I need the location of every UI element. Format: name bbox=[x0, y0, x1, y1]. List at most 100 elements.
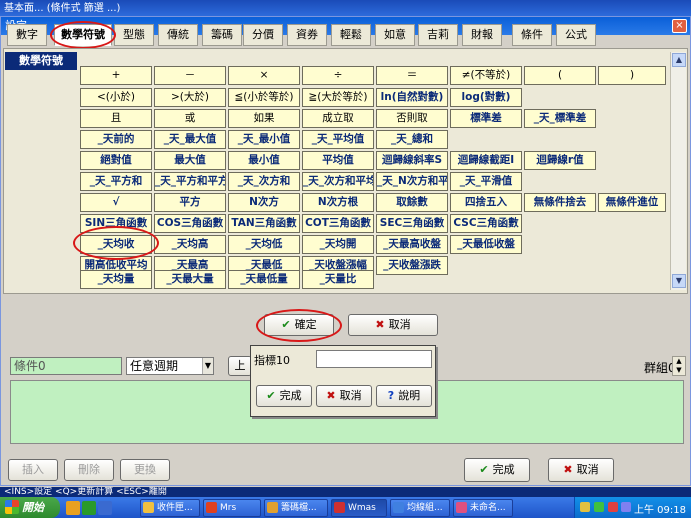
symbol-n-day-lowest-close[interactable]: _天最低收盤 bbox=[450, 235, 522, 254]
symbol-open-paren[interactable]: ( bbox=[524, 66, 596, 85]
quicklaunch-folder-icon[interactable] bbox=[66, 501, 80, 515]
done-button[interactable]: ✔ 完成 bbox=[464, 458, 530, 482]
taskbar-item-untitled[interactable]: 未命名... bbox=[453, 499, 513, 517]
symbol-regression-intercept[interactable]: 迴歸線截距I bbox=[450, 151, 522, 170]
taskbar-item-inbox[interactable]: 收件匣... bbox=[140, 499, 200, 517]
symbol-tan[interactable]: TAN三角函數 bbox=[228, 214, 300, 233]
symbol-log[interactable]: log(對數) bbox=[450, 88, 522, 107]
symbol-cot[interactable]: COT三角函數 bbox=[302, 214, 374, 233]
symbol-n-day-avg-open[interactable]: _天均開 bbox=[302, 235, 374, 254]
bottom-cancel-button[interactable]: ✖ 取消 bbox=[548, 458, 614, 482]
scroll-up-icon[interactable]: ▲ bbox=[672, 53, 686, 67]
symbol-if[interactable]: 如果 bbox=[228, 109, 300, 128]
partial-button[interactable]: 上 bbox=[228, 356, 252, 376]
symbol-n-day-smooth[interactable]: _天_平滑值 bbox=[450, 172, 522, 191]
tab-condition[interactable]: 條件 bbox=[512, 24, 552, 46]
symbol-n-day-min-volume[interactable]: _天最低量 bbox=[228, 270, 300, 289]
symbol-sec[interactable]: SEC三角函數 bbox=[376, 214, 448, 233]
popup-help-button[interactable]: ? 說明 bbox=[376, 385, 432, 407]
symbol-modulo[interactable]: 取餘數 bbox=[376, 193, 448, 212]
group-spin[interactable]: ▲ ▼ bbox=[672, 356, 686, 376]
tab-ruyi[interactable]: 如意 bbox=[375, 24, 415, 46]
symbol-min[interactable]: 最小值 bbox=[228, 151, 300, 170]
symbol-multiply[interactable]: × bbox=[228, 66, 300, 85]
popup-cancel-button[interactable]: ✖ 取消 bbox=[316, 385, 372, 407]
tray-icon-3[interactable] bbox=[608, 502, 618, 512]
symbol-n-root[interactable]: N次方根 bbox=[302, 193, 374, 212]
taskbar-item-ma-group[interactable]: 均線組... bbox=[390, 499, 450, 517]
symbol-ln[interactable]: ln(自然對數) bbox=[376, 88, 448, 107]
symbol-n-day-power-sum[interactable]: _天_次方和 bbox=[228, 172, 300, 191]
tab-number[interactable]: 數字 bbox=[7, 24, 47, 46]
popup-indicator-input[interactable] bbox=[316, 350, 432, 368]
symbol-not-equal[interactable]: ≠(不等於) bbox=[450, 66, 522, 85]
tab-margin[interactable]: 資券 bbox=[287, 24, 327, 46]
tray-icon-1[interactable] bbox=[580, 502, 590, 512]
symbol-sqrt[interactable]: √ bbox=[80, 193, 152, 212]
delete-button[interactable]: 刪除 bbox=[64, 459, 114, 481]
tray-icon-2[interactable] bbox=[594, 502, 604, 512]
symbol-ceil[interactable]: 無條件進位 bbox=[598, 193, 666, 212]
symbol-n-day-n-power-sum[interactable]: _天_N次方和平 bbox=[376, 172, 448, 191]
panel-scrollbar[interactable]: ▲ ▼ bbox=[670, 52, 686, 290]
period-select[interactable]: 任意週期 bbox=[126, 357, 214, 375]
tab-traditional[interactable]: 傳統 bbox=[158, 24, 198, 46]
symbol-n-day-max[interactable]: _天_最大值 bbox=[154, 130, 226, 149]
symbol-greater-equal[interactable]: ≧(大於等於) bbox=[302, 88, 374, 107]
symbol-less-equal[interactable]: ≦(小於等於) bbox=[228, 88, 300, 107]
tab-price-split[interactable]: 分價 bbox=[243, 24, 283, 46]
symbol-abs[interactable]: 絕對值 bbox=[80, 151, 152, 170]
symbol-greater-than[interactable]: >(大於) bbox=[154, 88, 226, 107]
scroll-down-icon[interactable]: ▼ bbox=[672, 274, 686, 288]
symbol-n-day-avg-high[interactable]: _天均高 bbox=[154, 235, 226, 254]
symbol-n-day-square-sum-sq[interactable]: _天_平方和平方 bbox=[154, 172, 226, 191]
tab-easy[interactable]: 輕鬆 bbox=[331, 24, 371, 46]
taskbar-item-mrs[interactable]: Mrs bbox=[203, 499, 261, 517]
symbol-then[interactable]: 成立取 bbox=[302, 109, 374, 128]
symbol-csc[interactable]: CSC三角函數 bbox=[450, 214, 522, 233]
symbol-cos[interactable]: COS三角函數 bbox=[154, 214, 226, 233]
symbol-n-day-close-change[interactable]: _天收盤漲跌 bbox=[376, 256, 448, 275]
symbol-equal[interactable]: ＝ bbox=[376, 66, 448, 85]
symbol-close-paren[interactable]: ) bbox=[598, 66, 666, 85]
tray-icon-4[interactable] bbox=[621, 502, 631, 512]
symbol-round[interactable]: 四捨五入 bbox=[450, 193, 522, 212]
symbol-n-power[interactable]: N次方 bbox=[228, 193, 300, 212]
taskbar-item-chips-file[interactable]: 籌碼檔... bbox=[264, 499, 328, 517]
tab-jili[interactable]: 吉莉 bbox=[418, 24, 458, 46]
tab-chips[interactable]: 籌碼 bbox=[202, 24, 242, 46]
symbol-n-day-sum[interactable]: _天_總和 bbox=[376, 130, 448, 149]
symbol-n-day-stddev[interactable]: _天_標準差 bbox=[524, 109, 596, 128]
symbol-divide[interactable]: ÷ bbox=[302, 66, 374, 85]
replace-button[interactable]: 更換 bbox=[120, 459, 170, 481]
symbol-max[interactable]: 最大值 bbox=[154, 151, 226, 170]
symbol-stddev[interactable]: 標準差 bbox=[450, 109, 522, 128]
cancel-button[interactable]: ✖ 取消 bbox=[348, 314, 438, 336]
symbol-n-day-power-sum-avg[interactable]: _天_次方和平均 bbox=[302, 172, 374, 191]
symbol-n-day-max-volume[interactable]: _天最大量 bbox=[154, 270, 226, 289]
close-icon[interactable]: × bbox=[672, 19, 687, 33]
tab-pattern[interactable]: 型態 bbox=[114, 24, 154, 46]
symbol-regression-slope[interactable]: 迴歸線斜率S bbox=[376, 151, 448, 170]
symbol-square[interactable]: 平方 bbox=[154, 193, 226, 212]
symbol-n-day-avg-volume[interactable]: _天均量 bbox=[80, 270, 152, 289]
symbol-n-day-min[interactable]: _天_最小值 bbox=[228, 130, 300, 149]
symbol-floor[interactable]: 無條件捨去 bbox=[524, 193, 596, 212]
symbol-n-days-ago[interactable]: _天前的 bbox=[80, 130, 152, 149]
popup-done-button[interactable]: ✔ 完成 bbox=[256, 385, 312, 407]
symbol-n-day-square-sum[interactable]: _天_平方和 bbox=[80, 172, 152, 191]
symbol-n-day-volume-ratio[interactable]: _天量比 bbox=[302, 270, 374, 289]
taskbar-item-wmas[interactable]: Wmas bbox=[331, 499, 387, 517]
quicklaunch-app-icon[interactable] bbox=[82, 501, 96, 515]
symbol-minus[interactable]: － bbox=[154, 66, 226, 85]
symbol-avg[interactable]: 平均值 bbox=[302, 151, 374, 170]
symbol-n-day-avg[interactable]: _天_平均值 bbox=[302, 130, 374, 149]
symbol-or[interactable]: 或 bbox=[154, 109, 226, 128]
tab-formula[interactable]: 公式 bbox=[556, 24, 596, 46]
quicklaunch-browser-icon[interactable] bbox=[98, 501, 112, 515]
tab-financial[interactable]: 財報 bbox=[462, 24, 502, 46]
symbol-n-day-avg-low[interactable]: _天均低 bbox=[228, 235, 300, 254]
symbol-else[interactable]: 否則取 bbox=[376, 109, 448, 128]
symbol-plus[interactable]: + bbox=[80, 66, 152, 85]
symbol-and[interactable]: 且 bbox=[80, 109, 152, 128]
